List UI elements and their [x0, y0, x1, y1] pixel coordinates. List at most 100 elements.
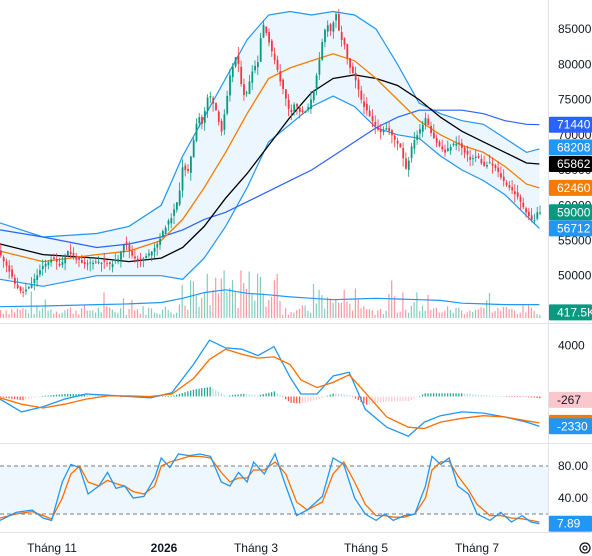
candle-body	[64, 257, 67, 264]
candle-body	[340, 32, 343, 40]
candle-body	[203, 111, 206, 123]
candle-body	[444, 149, 446, 153]
volume-bar	[8, 314, 10, 318]
candle-body	[195, 123, 198, 141]
candle-body	[360, 90, 363, 100]
candle-body	[427, 118, 430, 125]
volume-bar	[39, 310, 41, 318]
volume-bar	[257, 273, 259, 318]
volume-bar	[47, 310, 49, 318]
volume-bar	[298, 308, 301, 318]
candle-body	[44, 263, 47, 267]
macd-histogram-bar	[223, 394, 225, 397]
candle-body	[198, 117, 201, 124]
volume-bar	[382, 314, 384, 318]
macd-histogram-bar	[363, 396, 365, 404]
candle-body	[343, 38, 346, 45]
y-tick-label: 50000	[558, 269, 592, 283]
volume-bar	[136, 309, 139, 318]
macd-histogram-bar	[494, 395, 496, 397]
volume-bar	[259, 276, 261, 318]
candle-body	[162, 231, 164, 237]
volume-bar	[424, 310, 426, 318]
candle-body	[514, 191, 516, 195]
volume-bar	[332, 302, 334, 318]
macd-histogram-bar	[50, 395, 52, 397]
macd-histogram-bar	[301, 396, 303, 404]
candle-body	[307, 107, 310, 110]
candle-body	[505, 182, 508, 186]
volume-bar	[190, 280, 192, 318]
candle-body	[209, 96, 212, 98]
volume-bar	[410, 305, 412, 318]
macd-histogram-bar	[248, 394, 250, 397]
macd-histogram-bar	[159, 396, 161, 398]
candle-body	[125, 242, 128, 244]
volume-bar	[354, 288, 356, 318]
candle-body	[304, 111, 307, 113]
macd-histogram-bar	[444, 393, 446, 397]
price-tag: 56712	[549, 220, 592, 237]
volume-bar	[251, 294, 253, 318]
volume-bar	[421, 305, 424, 318]
macd-histogram-bar	[237, 394, 239, 397]
candle-body	[469, 157, 472, 160]
volume-bar	[162, 309, 164, 318]
macd-histogram-bar	[53, 395, 55, 397]
volume-bar	[522, 305, 524, 318]
volume-bar	[145, 314, 147, 318]
macd-histogram-bar	[349, 395, 351, 397]
candle-body	[156, 243, 159, 248]
candle-body	[39, 270, 41, 275]
volume-bar	[491, 312, 493, 318]
candle-body	[346, 44, 349, 59]
stock-chart[interactable]: 8500080000750007000065000600005500050000…	[0, 0, 592, 556]
macd-histogram-bar	[346, 394, 348, 397]
volume-bar	[371, 310, 373, 318]
candle-body	[117, 259, 120, 262]
candle-body	[184, 165, 187, 171]
macd-histogram-bar	[500, 396, 502, 397]
candle-body	[142, 258, 145, 261]
candle-body	[416, 135, 419, 140]
macd-histogram-bar	[226, 395, 228, 397]
volume-bar	[184, 305, 186, 318]
candle-body	[511, 187, 514, 191]
macd-histogram-bar	[5, 396, 7, 398]
macd-histogram-bar	[352, 396, 354, 398]
price-tag-label: 62460	[557, 181, 591, 195]
volume-bar	[427, 295, 429, 318]
price-tag-label: 56712	[557, 221, 591, 235]
candle-body	[402, 148, 405, 159]
candle-body	[150, 251, 153, 256]
volume-bar	[533, 311, 535, 318]
candle-body	[371, 116, 374, 121]
volume-bar	[469, 310, 471, 318]
candle-body	[167, 220, 170, 225]
candle-body	[30, 284, 33, 288]
volume-bar	[346, 301, 348, 318]
candle-body	[298, 107, 301, 112]
macd-histogram-bar	[326, 395, 329, 397]
volume-bar	[528, 305, 530, 318]
macd-histogram-bar	[240, 394, 242, 397]
macd-histogram-bar	[427, 393, 429, 397]
candle-body	[220, 121, 223, 132]
volume-bar	[500, 310, 502, 318]
macd-histogram-bar	[530, 396, 533, 398]
candle-body	[279, 71, 282, 82]
candle-body	[455, 143, 458, 146]
price-tag: 68208	[549, 139, 592, 156]
macd-histogram-bar	[273, 391, 276, 397]
macd-histogram-bar	[173, 395, 175, 397]
macd-histogram-bar	[41, 396, 44, 397]
price-tag-label: 417.5K	[557, 305, 592, 319]
price-tag: 65862	[549, 156, 592, 172]
macd-histogram-bar	[195, 389, 197, 397]
volume-bar	[502, 307, 505, 318]
macd-histogram-bar	[480, 395, 482, 397]
volume-bar	[36, 305, 38, 318]
candle-body	[477, 156, 480, 158]
volume-bar	[458, 307, 460, 318]
candle-body	[231, 66, 234, 77]
